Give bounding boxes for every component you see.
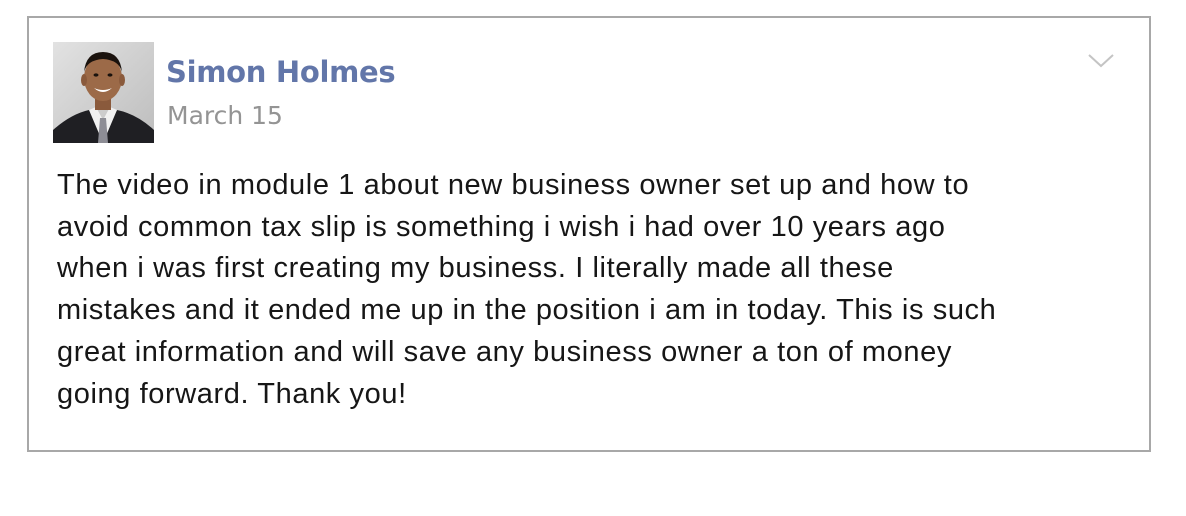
profile-photo-icon bbox=[53, 42, 154, 143]
post-card: Simon Holmes March 15 The video in modul… bbox=[27, 16, 1151, 452]
post-date[interactable]: March 15 bbox=[167, 101, 283, 130]
chevron-down-icon[interactable] bbox=[1087, 52, 1115, 70]
post-body: The video in module 1 about new business… bbox=[57, 169, 997, 410]
author-name[interactable]: Simon Holmes bbox=[166, 55, 396, 89]
avatar[interactable] bbox=[53, 42, 154, 143]
